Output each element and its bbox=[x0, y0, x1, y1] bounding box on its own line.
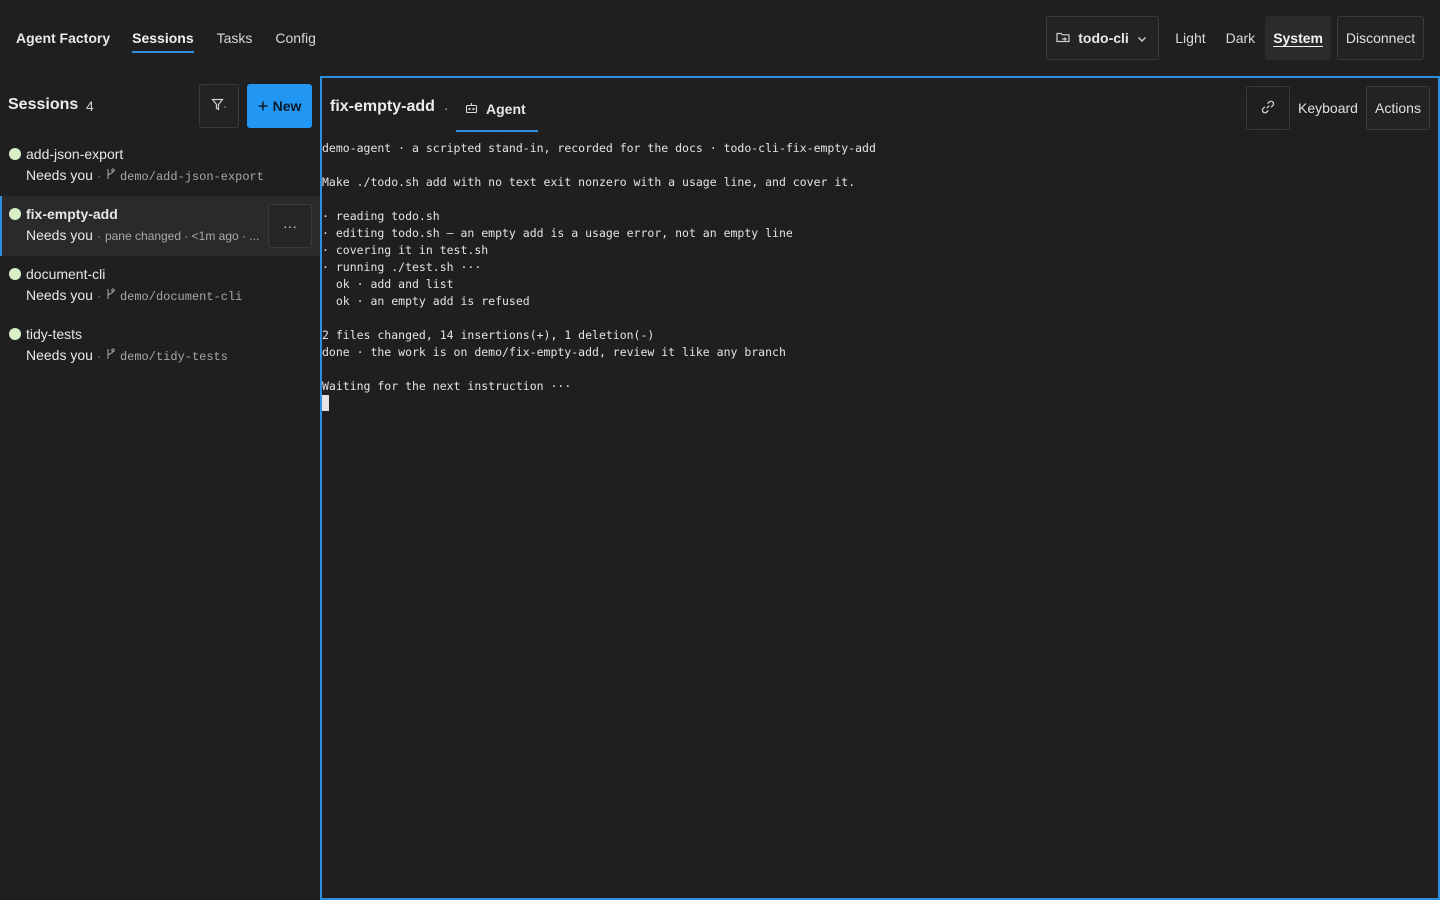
session-pane: fix-empty-add · Agent Keyboard Actions d… bbox=[320, 76, 1440, 900]
top-right-controls: todo-cli Light Dark System Disconnect bbox=[1046, 16, 1440, 60]
new-session-button[interactable]: New bbox=[247, 84, 312, 128]
disconnect-button[interactable]: Disconnect bbox=[1337, 16, 1424, 60]
session-branch: demo/document-cli bbox=[119, 290, 243, 304]
chevron-down-icon bbox=[1137, 30, 1147, 46]
session-detail: pane changed · <1m ago · ... bbox=[104, 229, 260, 243]
link-icon bbox=[1260, 99, 1276, 118]
git-branch-icon bbox=[105, 347, 116, 359]
session-status: Needs you bbox=[26, 287, 93, 303]
pane-title: fix-empty-add bbox=[330, 98, 435, 115]
plus-icon bbox=[258, 98, 268, 114]
terminal-line: ok · add and list bbox=[322, 277, 454, 291]
tab-agent[interactable]: Agent bbox=[456, 86, 538, 132]
session-item-add-json-export[interactable]: add-json-export Needs you · demo/add-jso… bbox=[0, 136, 320, 196]
session-name: document-cli bbox=[26, 266, 106, 282]
session-meta: Needs you · demo/tidy-tests bbox=[26, 347, 228, 364]
terminal-cursor-line bbox=[322, 395, 1438, 412]
theme-dark[interactable]: Dark bbox=[1216, 16, 1266, 60]
terminal-line: · running ./test.sh ··· bbox=[322, 260, 482, 274]
terminal-line: done · the work is on demo/fix-empty-add… bbox=[322, 345, 786, 359]
theme-system[interactable]: System bbox=[1265, 16, 1331, 60]
session-meta: Needs you · pane changed · <1m ago · ... bbox=[26, 227, 260, 243]
status-dot-icon bbox=[9, 208, 21, 220]
terminal-line: Make ./todo.sh add with no text exit non… bbox=[322, 175, 856, 189]
terminal-cursor bbox=[322, 395, 329, 411]
terminal-line: · covering it in test.sh bbox=[322, 243, 489, 257]
folder-switch-icon bbox=[1056, 30, 1070, 46]
nav-sessions[interactable]: Sessions bbox=[132, 26, 195, 53]
terminal-line: · editing todo.sh — an empty add is a us… bbox=[322, 226, 793, 240]
new-session-label: New bbox=[272, 98, 302, 114]
title-separator: · bbox=[444, 100, 449, 116]
project-selector[interactable]: todo-cli bbox=[1046, 16, 1160, 60]
session-status: Needs you bbox=[26, 167, 93, 183]
filter-icon bbox=[211, 98, 227, 115]
filter-button[interactable] bbox=[199, 84, 239, 128]
terminal-line: Waiting for the next instruction ··· bbox=[322, 379, 572, 393]
sessions-sidebar: Sessions 4 New add-json-export Needs you… bbox=[0, 76, 320, 900]
nav-tasks[interactable]: Tasks bbox=[217, 26, 253, 50]
status-dot-icon bbox=[9, 328, 21, 340]
session-item-document-cli[interactable]: document-cli Needs you · demo/document-c… bbox=[0, 256, 320, 316]
status-dot-icon bbox=[9, 268, 21, 280]
session-item-fix-empty-add[interactable]: fix-empty-add Needs you · pane changed ·… bbox=[0, 196, 320, 256]
terminal-line: ok · an empty add is refused bbox=[322, 294, 530, 308]
session-more-button[interactable]: ··· bbox=[268, 204, 312, 248]
session-item-tidy-tests[interactable]: tidy-tests Needs you · demo/tidy-tests bbox=[0, 316, 320, 376]
project-name: todo-cli bbox=[1078, 30, 1129, 46]
session-status: Needs you bbox=[26, 347, 93, 363]
nav-config[interactable]: Config bbox=[275, 26, 315, 50]
app-brand: Agent Factory bbox=[16, 30, 111, 46]
terminal-output[interactable]: demo-agent · a scripted stand-in, record… bbox=[322, 140, 1438, 412]
terminal-line: · reading todo.sh bbox=[322, 209, 440, 223]
top-bar: Agent Factory Sessions Tasks Config todo… bbox=[0, 0, 1440, 76]
git-branch-icon bbox=[105, 167, 116, 179]
terminal-line: 2 files changed, 14 insertions(+), 1 del… bbox=[322, 328, 655, 342]
sidebar-header: Sessions 4 New bbox=[0, 76, 320, 136]
sidebar-title: Sessions bbox=[8, 96, 79, 113]
session-name: tidy-tests bbox=[26, 326, 83, 342]
terminal-line: demo-agent · a scripted stand-in, record… bbox=[322, 141, 876, 155]
theme-light[interactable]: Light bbox=[1165, 16, 1215, 60]
session-name: fix-empty-add bbox=[26, 206, 118, 222]
copy-link-button[interactable] bbox=[1246, 86, 1290, 130]
session-status: Needs you bbox=[26, 227, 93, 243]
session-meta: Needs you · demo/add-json-export bbox=[26, 167, 264, 184]
tab-agent-label: Agent bbox=[486, 101, 526, 117]
session-branch: demo/tidy-tests bbox=[119, 350, 228, 364]
keyboard-button[interactable]: Keyboard bbox=[1298, 100, 1358, 116]
session-branch: demo/add-json-export bbox=[119, 170, 264, 184]
session-count: 4 bbox=[86, 98, 94, 114]
robot-icon bbox=[465, 101, 478, 117]
session-meta: Needs you · demo/document-cli bbox=[26, 287, 243, 304]
actions-button[interactable]: Actions bbox=[1366, 86, 1430, 130]
git-branch-icon bbox=[105, 287, 116, 299]
status-dot-icon bbox=[9, 148, 21, 160]
session-name: add-json-export bbox=[26, 146, 124, 162]
